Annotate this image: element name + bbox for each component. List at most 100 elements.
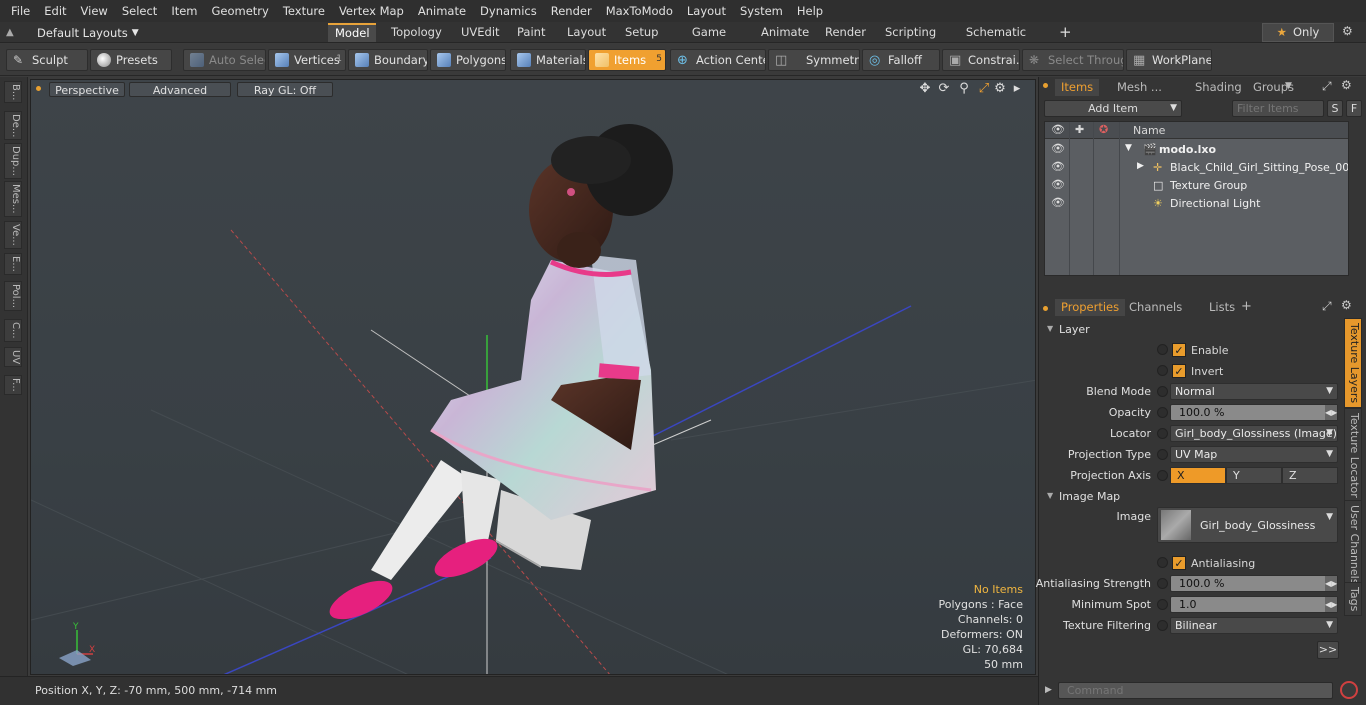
command-input[interactable] bbox=[1058, 682, 1333, 699]
tab-model[interactable]: Model bbox=[328, 23, 376, 42]
command-expand-icon[interactable]: ▶ bbox=[1045, 685, 1052, 695]
maximize-view-icon[interactable]: ⤢ bbox=[976, 81, 992, 97]
visibility-eye-icon[interactable]: 👁 bbox=[1051, 143, 1065, 155]
vertices-button[interactable]: Vertices 1 bbox=[268, 49, 346, 71]
tab-setup[interactable]: Setup bbox=[618, 23, 664, 42]
left-tab-vertex[interactable]: Ve... bbox=[4, 221, 22, 249]
raygl-button[interactable]: Ray GL: Off bbox=[237, 82, 333, 97]
left-tab-edge[interactable]: E... bbox=[4, 253, 22, 275]
projection-type-select[interactable]: UV Map ▼ bbox=[1170, 446, 1338, 463]
antialiasing-channel-dot[interactable] bbox=[1157, 557, 1168, 568]
axis-z-button[interactable]: Z bbox=[1282, 467, 1338, 484]
blend-mode-channel-dot[interactable] bbox=[1157, 386, 1168, 397]
visibility-eye-icon[interactable]: 👁 bbox=[1051, 161, 1065, 173]
slider-arrows-icon[interactable]: ◀▶ bbox=[1325, 405, 1337, 420]
axis-y-button[interactable]: Y bbox=[1226, 467, 1282, 484]
more-button[interactable]: >> bbox=[1317, 641, 1339, 659]
enable-checkbox[interactable]: ✓ bbox=[1172, 343, 1186, 357]
vtab-user-channels[interactable]: User Channels bbox=[1344, 500, 1362, 590]
tab-mesh[interactable]: Mesh ... bbox=[1111, 79, 1168, 96]
left-tab-basic[interactable]: B... bbox=[4, 81, 22, 104]
zoom-view-icon[interactable]: ⚲ bbox=[956, 81, 972, 97]
image-select[interactable]: Girl_body_Glossiness ▼ bbox=[1157, 507, 1338, 543]
items-panel-dot-icon[interactable] bbox=[1043, 83, 1048, 88]
properties-panel-dot-icon[interactable] bbox=[1043, 306, 1048, 311]
polygons-button[interactable]: Polygons bbox=[430, 49, 506, 71]
f-button[interactable]: F bbox=[1346, 100, 1362, 117]
slider-arrows-icon[interactable]: ◀▶ bbox=[1325, 597, 1337, 612]
menu-edit[interactable]: Edit bbox=[37, 0, 73, 22]
properties-gear-icon[interactable]: ⚙ bbox=[1341, 298, 1352, 312]
invert-checkbox[interactable]: ✓ bbox=[1172, 364, 1186, 378]
tab-shading[interactable]: Shading bbox=[1189, 79, 1248, 96]
texture-filtering-channel-dot[interactable] bbox=[1157, 620, 1168, 631]
expand-arrow-icon[interactable]: ▶ bbox=[1137, 161, 1144, 171]
left-tab-duplicate[interactable]: Dup... bbox=[4, 143, 22, 179]
menu-vertex-map[interactable]: Vertex Map bbox=[332, 0, 411, 22]
rotate-view-icon[interactable]: ⟳ bbox=[936, 81, 952, 97]
materials-button[interactable]: Materials bbox=[510, 49, 586, 71]
tab-game-tools[interactable]: Game Tools bbox=[672, 23, 746, 58]
tabs-chevron-down-icon[interactable]: ▼ bbox=[1285, 81, 1292, 91]
visibility-eye-icon[interactable]: 👁 bbox=[1051, 197, 1065, 209]
slider-arrows-icon[interactable]: ◀▶ bbox=[1325, 576, 1337, 591]
add-item-button[interactable]: Add Item ▼ bbox=[1044, 100, 1182, 117]
menu-view[interactable]: View bbox=[74, 0, 115, 22]
minimum-spot-field[interactable]: 1.0 ◀▶ bbox=[1170, 596, 1338, 613]
expand-arrow-icon[interactable]: ▼ bbox=[1125, 143, 1132, 153]
record-icon[interactable] bbox=[1340, 681, 1358, 699]
select-through-button[interactable]: ❋ Select Through bbox=[1022, 49, 1124, 71]
antialiasing-checkbox[interactable]: ✓ bbox=[1172, 556, 1186, 570]
menu-item[interactable]: Item bbox=[164, 0, 204, 22]
tab-properties[interactable]: Properties bbox=[1055, 299, 1126, 316]
left-tab-mesh[interactable]: Mes... bbox=[4, 181, 22, 217]
s-button[interactable]: S bbox=[1327, 100, 1343, 117]
panel-gear-icon[interactable]: ⚙ bbox=[1341, 78, 1352, 92]
tab-channels[interactable]: Channels bbox=[1123, 299, 1188, 316]
locator-channel-dot[interactable] bbox=[1157, 428, 1168, 439]
settings-gear-icon[interactable]: ⚙ bbox=[1342, 24, 1358, 38]
enable-channel-dot[interactable] bbox=[1157, 344, 1168, 355]
viewport-expand-icon[interactable]: ▸ bbox=[1009, 81, 1025, 97]
opacity-channel-dot[interactable] bbox=[1157, 407, 1168, 418]
aa-strength-field[interactable]: 100.0 % ◀▶ bbox=[1170, 575, 1338, 592]
tab-items[interactable]: Items bbox=[1055, 79, 1100, 96]
texture-filtering-select[interactable]: Bilinear ▼ bbox=[1170, 617, 1338, 634]
axis-x-button[interactable]: X bbox=[1170, 467, 1226, 484]
tab-layout[interactable]: Layout bbox=[560, 23, 610, 42]
projection-axis-channel-dot[interactable] bbox=[1157, 470, 1168, 481]
tab-paint[interactable]: Paint bbox=[510, 23, 550, 42]
layer-collapse-icon[interactable]: ▼ bbox=[1047, 324, 1053, 333]
list-item[interactable]: 👁 ▶ ✛ Black_Child_Girl_Sitting_Pose_001 bbox=[1045, 159, 1348, 177]
advanced-button[interactable]: Advanced bbox=[129, 82, 231, 97]
symmetry-button[interactable]: ◫ Symmetry bbox=[768, 49, 860, 71]
items-button[interactable]: Items 5 bbox=[588, 49, 666, 71]
left-tab-fusion[interactable]: F... bbox=[4, 375, 22, 395]
filter-items-input[interactable] bbox=[1232, 100, 1324, 117]
layout-select[interactable]: ▲ Default Layouts ▼ bbox=[6, 22, 139, 43]
add-properties-tab-button[interactable]: + bbox=[1235, 298, 1258, 315]
vtab-tags[interactable]: Tags bbox=[1344, 582, 1362, 617]
menu-geometry[interactable]: Geometry bbox=[205, 0, 276, 22]
tab-topology[interactable]: Topology bbox=[384, 23, 444, 42]
invert-channel-dot[interactable] bbox=[1157, 365, 1168, 376]
tab-uvedit[interactable]: UVEdit bbox=[454, 23, 500, 42]
minimum-spot-channel-dot[interactable] bbox=[1157, 599, 1168, 610]
name-column-header[interactable]: Name bbox=[1133, 124, 1165, 137]
move-view-icon[interactable]: ✥ bbox=[917, 81, 933, 97]
viewport-menu-dot-icon[interactable] bbox=[36, 86, 41, 91]
menu-render[interactable]: Render bbox=[544, 0, 599, 22]
menu-maxtomodo[interactable]: MaxToModo bbox=[599, 0, 680, 22]
workplane-button[interactable]: ▦ WorkPlane bbox=[1126, 49, 1212, 71]
blend-mode-select[interactable]: Normal ▼ bbox=[1170, 383, 1338, 400]
perspective-button[interactable]: Perspective bbox=[49, 82, 125, 97]
list-item[interactable]: 👁 □ Texture Group bbox=[1045, 177, 1348, 195]
menu-file[interactable]: File bbox=[4, 0, 37, 22]
panel-maximize-icon[interactable]: ⤢ bbox=[1322, 79, 1332, 94]
viewport-gear-icon[interactable]: ⚙ bbox=[992, 81, 1008, 97]
menu-select[interactable]: Select bbox=[115, 0, 164, 22]
menu-dynamics[interactable]: Dynamics bbox=[473, 0, 544, 22]
left-tab-uv[interactable]: UV bbox=[4, 347, 22, 368]
visibility-eye-icon[interactable]: 👁 bbox=[1051, 179, 1065, 191]
vtab-texture-locator[interactable]: Texture Locator bbox=[1344, 408, 1362, 503]
